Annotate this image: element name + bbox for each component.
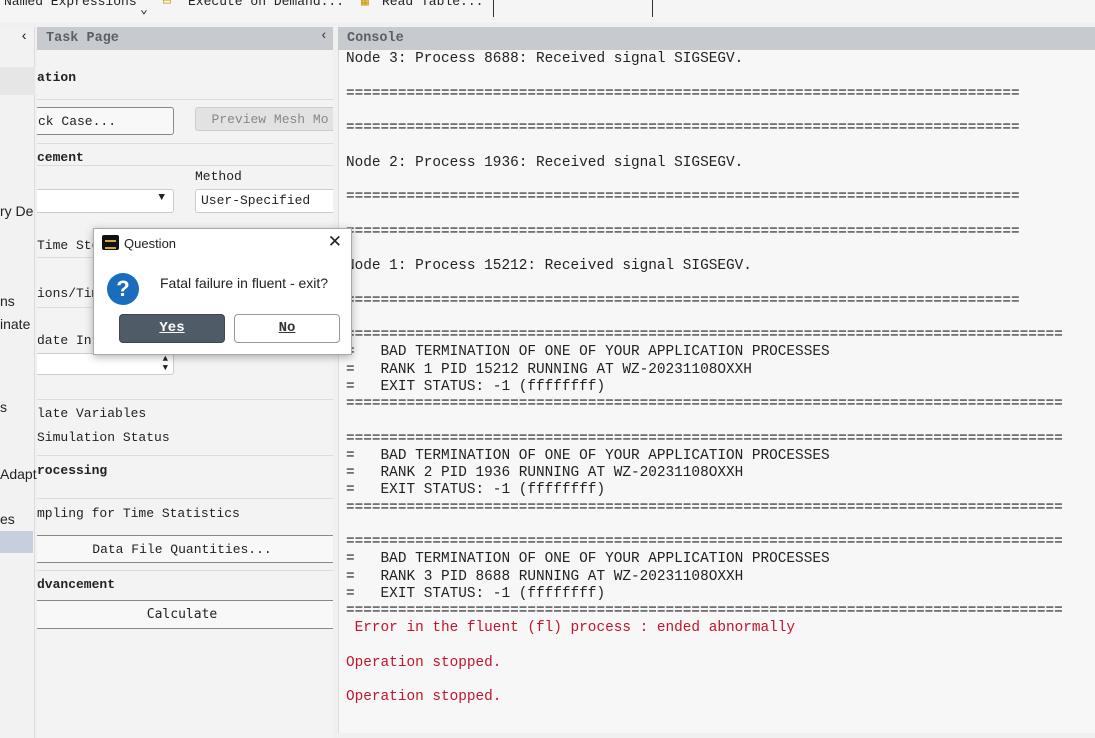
question-icon: ? xyxy=(107,273,139,305)
console-line: ========================================… xyxy=(346,603,1063,619)
task-page-panel: Task Page ‹ ation ck Case... Preview Mesh… xyxy=(37,27,333,738)
console-line: ========================================… xyxy=(346,292,1020,309)
section-heading: cement xyxy=(37,150,84,165)
iterations-label: ions/Tim xyxy=(37,286,100,301)
type-dropdown[interactable]: ▼ xyxy=(37,189,174,213)
tree-item[interactable]: inate xyxy=(0,316,30,332)
console-line: Node 1: Process 15212: Received signal S… xyxy=(346,258,752,274)
tree-item[interactable]: ry De xyxy=(0,203,33,219)
method-dropdown[interactable]: User-Specified xyxy=(195,189,333,213)
console-line: = BAD TERMINATION OF ONE OF YOUR APPLICA… xyxy=(346,344,830,361)
console-panel: Console Node 3: Process 8688: Received s… xyxy=(338,27,1095,738)
collapse-chevron-icon[interactable]: ‹ xyxy=(20,29,28,45)
console-lines: Node 3: Process 8688: Received signal SI… xyxy=(346,51,1063,707)
chevron-down-icon[interactable]: ⌄ xyxy=(140,2,148,17)
collapse-chevron-icon[interactable]: ‹ xyxy=(320,29,328,44)
tree-item[interactable]: Adapt xyxy=(0,466,37,482)
console-line: ========================================… xyxy=(346,499,1063,516)
preview-mesh-motion-button[interactable]: Preview Mesh Mo xyxy=(195,107,333,131)
close-icon[interactable]: ✕ xyxy=(328,232,342,252)
console-line: = EXIT STATUS: -1 (ffffffff) xyxy=(346,585,606,602)
execute-on-demand-button[interactable]: Execute on Demand... xyxy=(188,0,344,9)
update-interval-spinner[interactable]: ▲ ▼ xyxy=(37,353,174,375)
section-heading: ation xyxy=(37,70,77,85)
simulation-status-item[interactable]: Simulation Status xyxy=(37,430,170,445)
check-case-button[interactable]: ck Case... xyxy=(37,107,174,135)
time-step-label: Time Ste xyxy=(37,238,100,253)
section-heading: rocessing xyxy=(37,463,108,478)
tree-item[interactable]: ns xyxy=(0,293,15,309)
update-interval-label: date Int xyxy=(37,333,100,348)
console-line: ========================================… xyxy=(346,430,1063,447)
task-page-header: Task Page ‹ xyxy=(37,27,333,50)
console-line: = EXIT STATUS: -1 (ffffffff) xyxy=(346,482,606,499)
console-line: ========================================… xyxy=(346,120,1020,136)
console-line: = RANK 2 PID 1936 RUNNING AT WZ-20231108… xyxy=(346,465,744,481)
section-heading: dvancement xyxy=(37,577,116,592)
toolbar-divider xyxy=(652,0,653,17)
fluent-logo-icon xyxy=(102,235,119,250)
dropdown-arrow-icon: ▼ xyxy=(158,192,165,204)
console-line: = EXIT STATUS: -1 (ffffffff) xyxy=(346,378,606,395)
console-error-line: Error in the fluent (fl) process : ended… xyxy=(346,620,796,637)
tree-item-selected[interactable] xyxy=(0,531,33,553)
console-line: ========================================… xyxy=(346,396,1063,412)
toolbar: Named Expressions ⌄ ▭ Execute on Demand.… xyxy=(0,0,1095,22)
console-line: = BAD TERMINATION OF ONE OF YOUR APPLICA… xyxy=(346,447,830,464)
console-line: = RANK 1 PID 15212 RUNNING AT WZ-2023110… xyxy=(346,361,752,378)
method-label: Method xyxy=(195,169,242,184)
animate-variables-item[interactable]: late Variables xyxy=(37,406,146,421)
sampling-item[interactable]: mpling for Time Statistics xyxy=(37,506,240,521)
dialog-message: Fatal failure in fluent - exit? xyxy=(160,275,329,291)
named-expressions-menu[interactable]: Named Expressions xyxy=(4,0,137,9)
console-line: ========================================… xyxy=(346,85,1020,102)
task-page-title: Task Page xyxy=(46,31,119,46)
read-table-button[interactable]: Read Table... xyxy=(382,0,483,9)
console-line: ========================================… xyxy=(346,327,1063,343)
data-file-quantities-button[interactable]: Data File Quantities... xyxy=(37,535,333,563)
tree-item[interactable]: es xyxy=(0,511,15,527)
console-line: Node 3: Process 8688: Received signal SI… xyxy=(346,51,744,67)
console-line: = RANK 3 PID 8688 RUNNING AT WZ-20231108… xyxy=(346,568,744,585)
calculate-button[interactable]: Calculate xyxy=(37,600,333,629)
outline-tree-panel: ‹ ry De ns inate s Adapt es xyxy=(0,27,37,738)
spinner-arrows-icon[interactable]: ▲ ▼ xyxy=(163,355,168,373)
console-line: ========================================… xyxy=(346,534,1063,550)
toolbar-divider xyxy=(493,0,494,17)
no-button[interactable]: No xyxy=(234,314,340,343)
console-line: ========================================… xyxy=(346,189,1020,205)
console-line: = BAD TERMINATION OF ONE OF YOUR APPLICA… xyxy=(346,551,830,568)
console-header: Console xyxy=(338,27,1095,50)
question-dialog: Question ✕ ? Fatal failure in fluent - e… xyxy=(93,228,352,355)
console-line: Node 2: Process 1936: Received signal SI… xyxy=(346,154,744,171)
console-line: ========================================… xyxy=(346,223,1020,240)
yes-button[interactable]: Yes xyxy=(119,314,225,343)
console-error-line: Operation stopped. xyxy=(346,689,502,706)
console-output[interactable]: Node 3: Process 8688: Received signal SI… xyxy=(338,50,1095,733)
tree-item[interactable]: s xyxy=(0,399,7,415)
dialog-title: Question xyxy=(124,236,177,251)
table-icon: ▦ xyxy=(361,0,369,9)
console-title: Console xyxy=(347,31,404,46)
console-error-line: Operation stopped. xyxy=(346,654,502,671)
execute-icon: ▭ xyxy=(163,0,171,9)
